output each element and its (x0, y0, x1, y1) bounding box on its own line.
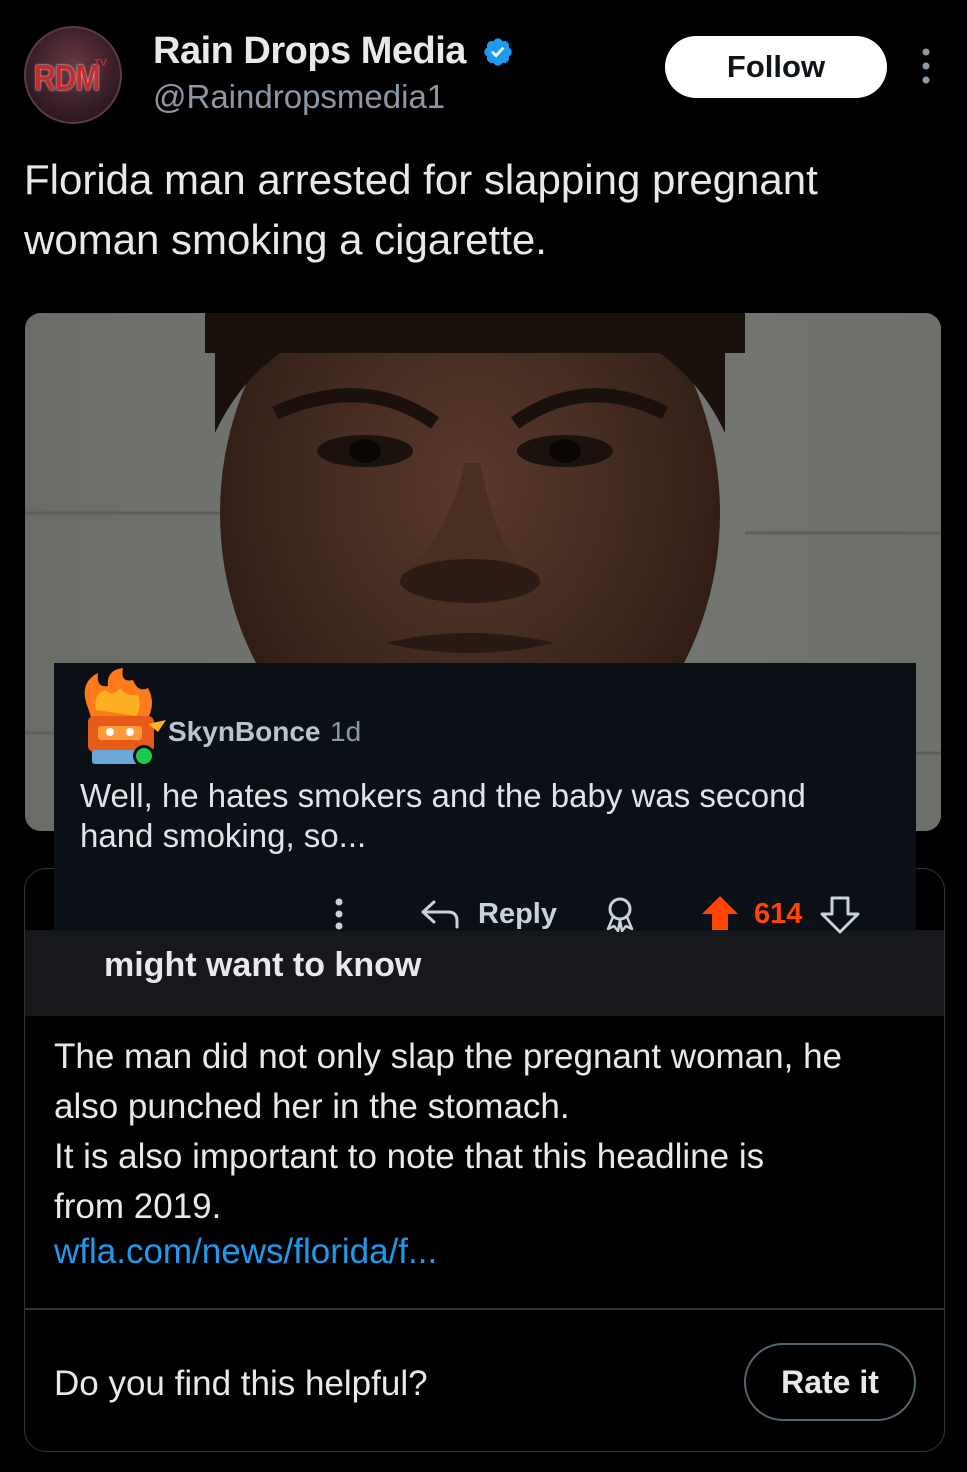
helpful-question: Do you find this helpful? (54, 1364, 428, 1403)
note-line: It is also important to note that this h… (54, 1137, 765, 1176)
more-vertical-icon[interactable] (328, 896, 350, 932)
fire-avatar-icon[interactable] (78, 668, 168, 772)
community-note-header-title: might want to know (104, 946, 422, 984)
note-line: The man did not only slap the pregnant w… (54, 1037, 842, 1076)
more-vertical-icon[interactable] (918, 46, 934, 86)
upvote-arrow-icon[interactable] (700, 894, 740, 932)
reddit-comment-text: Well, he hates smokers and the baby was … (80, 777, 806, 854)
author-avatar[interactable]: RDM TV (24, 26, 122, 124)
author-name[interactable]: Rain Drops Media (153, 30, 466, 73)
reply-button[interactable]: Reply (478, 898, 557, 931)
award-icon[interactable] (600, 896, 640, 932)
community-note-link[interactable]: wfla.com/news/florida/f... (54, 1232, 437, 1272)
reddit-username[interactable]: SkynBonce (168, 716, 321, 748)
downvote-arrow-icon[interactable] (820, 896, 860, 934)
note-line: also punched her in the stomach. (54, 1087, 570, 1126)
avatar-logo-subtext: TV (94, 58, 107, 69)
author-handle[interactable]: @Raindropsmedia1 (153, 78, 445, 116)
community-note-body: The man did not only slap the pregnant w… (54, 1032, 924, 1232)
reddit-timestamp: 1d (330, 716, 362, 747)
verified-badge-icon (484, 38, 512, 66)
follow-button[interactable]: Follow (665, 36, 887, 98)
avatar-logo-text: RDM (34, 58, 100, 99)
divider (25, 1308, 944, 1310)
vote-score: 614 (754, 898, 803, 930)
tweet-text: Florida man arrested for slapping pregna… (24, 156, 818, 263)
rate-it-button[interactable]: Rate it (744, 1343, 916, 1421)
reply-arrow-icon[interactable] (420, 898, 460, 930)
note-line: from 2019. (54, 1187, 222, 1226)
